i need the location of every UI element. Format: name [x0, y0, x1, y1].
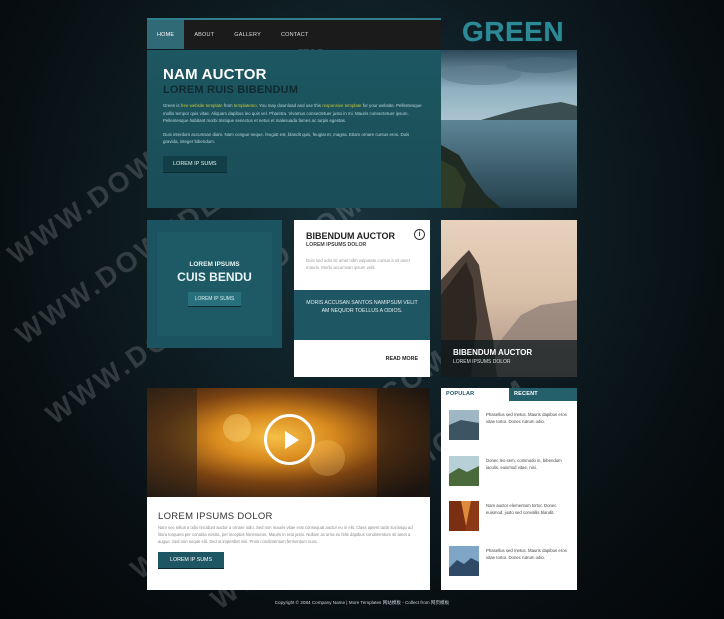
thumbnail-image	[449, 410, 479, 440]
hero-paragraph-2: Duis interdum accumsan diam. Nam congue …	[163, 131, 410, 145]
hero-panel: NAM AUCTOR LOREM RUIS BIBENDUM Green is …	[147, 50, 441, 208]
sidebar-widget: POPULAR RECENT Phasellus sed metus. Maur…	[441, 388, 577, 590]
info-card: BIBENDUM AUCTOR LOREM IPSUMS DOLOR Duis …	[294, 220, 430, 377]
mountain-caption: BIBENDUM AUCTOR LOREM IPSUMS DOLOR	[441, 340, 577, 377]
hero-subtitle: LOREM RUIS BIBENDUM	[163, 84, 299, 96]
lake-image	[441, 50, 577, 208]
top-nav: HOME ABOUT GALLERY CONTACT	[147, 18, 441, 49]
play-icon[interactable]	[264, 414, 315, 465]
hero-button[interactable]: LOREM IP SUMS	[163, 155, 227, 173]
feature-box: LOREM IPSUMS CUIS BENDU LOREM IP SUMS	[147, 220, 282, 348]
template-link[interactable]: free website template	[181, 103, 223, 108]
card-subtitle: LOREM IPSUMS DOLOR	[306, 242, 367, 248]
card-body: Duis sed odio sit amet nibh vulputate cu…	[306, 258, 410, 270]
read-more-link[interactable]: READ MORE	[386, 356, 418, 362]
mountain-caption-subtitle: LOREM IPSUMS DOLOR	[453, 359, 511, 365]
info-icon[interactable]: i	[414, 229, 425, 240]
sidebar-item[interactable]: Donec leo sem, commodo in, bibendum iacu…	[449, 456, 569, 486]
article-body: Nam nec tellus a odio tincidunt auctor a…	[158, 525, 413, 544]
tab-recent[interactable]: RECENT	[509, 388, 577, 401]
feature-title: CUIS BENDU	[177, 270, 252, 284]
site-logo[interactable]: GREEN	[462, 16, 564, 50]
hero-title: NAM AUCTOR	[163, 66, 267, 83]
card-title: BIBENDUM AUCTOR	[306, 231, 395, 241]
sidebar-item[interactable]: Phasellus sed metus. Mauris dapibus eros…	[449, 410, 569, 440]
sidebar-item[interactable]: Nam auctor elementum tortor. Donec euism…	[449, 501, 569, 531]
mountain-caption-title: BIBENDUM AUCTOR	[453, 348, 533, 357]
sidebar-item[interactable]: Phasellus sed metus. Mauris dapibus eros…	[449, 546, 569, 576]
feature-label: LOREM IPSUMS	[189, 261, 240, 268]
nav-home[interactable]: HOME	[147, 20, 185, 49]
thumbnail-image	[449, 456, 479, 486]
hero-paragraph: Green is free website template from temp…	[163, 103, 422, 123]
article-panel: LOREM IPSUMS DOLOR Nam nec tellus a odio…	[147, 497, 430, 590]
card-quote: MORIS ACCUSAN SANTOS NAMIPSUM VELIT AM N…	[294, 290, 430, 340]
article-title: LOREM IPSUMS DOLOR	[158, 511, 273, 522]
thumbnail-image	[449, 546, 479, 576]
nav-contact[interactable]: CONTACT	[271, 20, 319, 49]
article-button[interactable]: LOREM IP SUMS	[158, 552, 224, 569]
tab-popular[interactable]: POPULAR	[441, 388, 509, 401]
feature-button[interactable]: LOREM IP SUMS	[187, 292, 242, 307]
thumbnail-image	[449, 501, 479, 531]
nav-about[interactable]: ABOUT	[184, 20, 224, 49]
nav-gallery[interactable]: GALLERY	[224, 20, 271, 49]
templatemo-link[interactable]: templatemo	[234, 103, 257, 108]
footer-copyright: Copyright © 2084 Company Name | More Tem…	[274, 600, 450, 605]
responsive-link[interactable]: responsive template	[322, 103, 361, 108]
